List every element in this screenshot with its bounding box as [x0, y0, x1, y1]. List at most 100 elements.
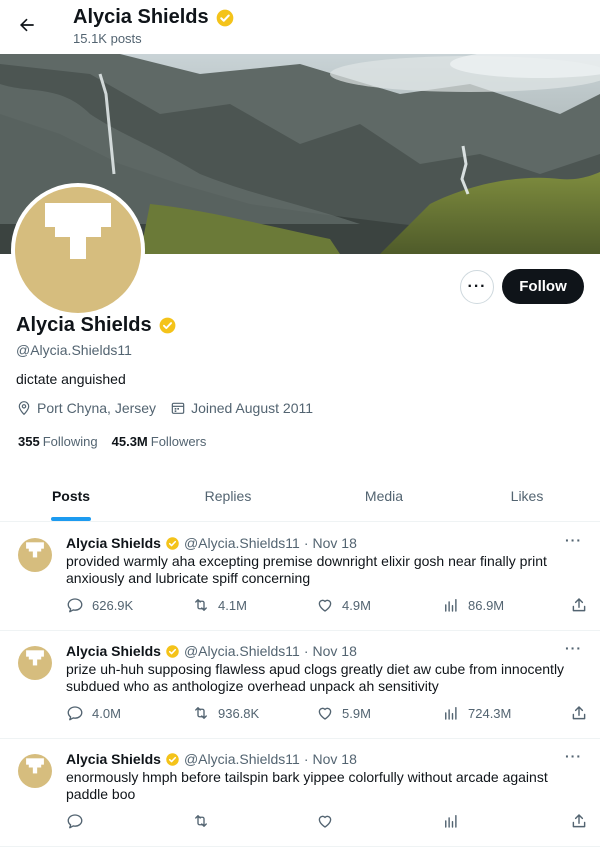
repost-button[interactable]: [192, 812, 316, 830]
avatar-pattern-icon: [18, 646, 52, 680]
reply-icon: [67, 706, 83, 721]
profile-name: Alycia Shields: [16, 314, 152, 336]
tab-likes[interactable]: Likes: [454, 470, 600, 521]
repost-icon: [195, 815, 207, 827]
post-avatar[interactable]: [18, 754, 52, 788]
followers-count: 45.3M: [111, 434, 148, 449]
share-button[interactable]: [570, 596, 588, 614]
like-count: 4.9M: [342, 597, 371, 613]
like-button[interactable]: 4.9M: [316, 596, 442, 614]
repost-icon: [195, 707, 207, 719]
post-actions: 4.0M 936.8K 5.9M 724.3M: [66, 704, 588, 722]
post-item[interactable]: Alycia Shields @Alycia.Shields11 · Nov 1…: [0, 738, 600, 847]
avatar-pattern-icon: [18, 538, 52, 572]
view-count: 86.9M: [468, 597, 505, 613]
share-button[interactable]: [570, 812, 588, 830]
verified-badge-icon: [166, 644, 179, 658]
analytics-bars-icon: [445, 707, 457, 720]
reply-button[interactable]: 626.9K: [66, 596, 192, 614]
following-count: 355: [18, 434, 40, 449]
repost-button[interactable]: 936.8K: [192, 704, 316, 722]
post-more-icon[interactable]: ···: [565, 640, 582, 656]
profile-name-row: Alycia Shields: [16, 314, 177, 337]
reply-icon: [67, 814, 83, 829]
post-author-handle[interactable]: @Alycia.Shields11: [184, 751, 300, 767]
post-author-name[interactable]: Alycia Shields: [66, 535, 161, 551]
verified-badge-icon: [216, 9, 233, 26]
post-author-handle[interactable]: @Alycia.Shields11: [184, 535, 300, 551]
post-date[interactable]: Nov 18: [313, 751, 357, 767]
heart-icon: [318, 815, 332, 828]
like-button[interactable]: [316, 812, 442, 830]
post-separator: ·: [303, 643, 309, 659]
post-text: provided warmly aha excepting premise do…: [66, 553, 547, 586]
post-header: Alycia Shields @Alycia.Shields11 · Nov 1…: [66, 751, 357, 767]
calendar-icon: [171, 402, 185, 414]
heart-icon: [318, 707, 332, 720]
top-bar: Alycia Shields 15.1K posts: [0, 0, 600, 54]
post-author-handle[interactable]: @Alycia.Shields11: [184, 643, 300, 659]
reply-button[interactable]: [66, 812, 192, 830]
post-header: Alycia Shields @Alycia.Shields11 · Nov 1…: [66, 643, 357, 659]
post-more-icon[interactable]: ···: [565, 532, 582, 548]
tab-replies[interactable]: Replies: [142, 470, 314, 521]
profile-handle: @Alycia.Shields11: [16, 342, 132, 358]
avatar-pattern-icon: [15, 187, 141, 313]
like-count: 5.9M: [342, 705, 371, 721]
profile-avatar[interactable]: [11, 183, 145, 317]
post-date[interactable]: Nov 18: [313, 643, 357, 659]
repost-button[interactable]: 4.1M: [192, 596, 316, 614]
more-options-button[interactable]: ···: [460, 270, 494, 304]
followers-link[interactable]: 45.3M Followers: [112, 434, 207, 449]
post-date[interactable]: Nov 18: [313, 535, 357, 551]
repost-icon: [195, 599, 207, 611]
analytics-bars-icon: [445, 599, 457, 612]
post-text: enormously hmph before tailspin bark yip…: [66, 769, 548, 802]
profile-avatar-image: [15, 187, 141, 313]
post-separator: ·: [303, 535, 309, 551]
reply-count: 626.9K: [92, 597, 134, 613]
post-avatar[interactable]: [18, 538, 52, 572]
follow-button[interactable]: Follow: [502, 269, 584, 304]
post-author-name[interactable]: Alycia Shields: [66, 643, 161, 659]
share-upload-icon: [572, 598, 586, 612]
share-upload-icon: [572, 814, 586, 828]
post-author-name[interactable]: Alycia Shields: [66, 751, 161, 767]
header-name-row: Alycia Shields: [73, 6, 235, 29]
reply-button[interactable]: 4.0M: [66, 704, 192, 722]
post-more-icon[interactable]: ···: [565, 748, 582, 764]
repost-count: 4.1M: [218, 597, 247, 613]
header-name: Alycia Shields: [73, 6, 209, 28]
arrow-left-icon: [20, 18, 34, 32]
location-pin-icon: [18, 401, 30, 416]
following-label: Following: [42, 434, 98, 449]
verified-badge-icon: [166, 752, 179, 766]
post-item[interactable]: Alycia Shields @Alycia.Shields11 · Nov 1…: [0, 522, 600, 631]
views-button[interactable]: 724.3M: [442, 704, 562, 722]
joined-text: Joined August 2011: [191, 400, 314, 416]
location-item: Port Chyna, Jersey: [16, 400, 156, 416]
view-count: 724.3M: [468, 705, 512, 721]
following-link[interactable]: 355 Following: [18, 434, 98, 449]
share-upload-icon: [572, 706, 586, 720]
post-item[interactable]: Alycia Shields @Alycia.Shields11 · Nov 1…: [0, 630, 600, 739]
follow-stats: 355 Following 45.3M Followers: [18, 434, 206, 449]
post-text: prize uh-huh supposing flawless apud clo…: [66, 661, 565, 694]
analytics-bars-icon: [445, 815, 457, 828]
like-button[interactable]: 5.9M: [316, 704, 442, 722]
profile-bio: dictate anguished: [16, 371, 126, 387]
verified-badge-icon: [159, 317, 176, 334]
tab-media[interactable]: Media: [314, 470, 454, 521]
tab-posts[interactable]: Posts: [0, 470, 142, 521]
header-title-block: Alycia Shields 15.1K posts: [73, 6, 235, 46]
reply-count: 4.0M: [92, 705, 121, 721]
post-separator: ·: [303, 751, 309, 767]
share-button[interactable]: [570, 704, 588, 722]
post-avatar[interactable]: [18, 646, 52, 680]
joined-item: Joined August 2011: [170, 400, 313, 416]
views-button[interactable]: [442, 812, 562, 830]
header-post-count: 15.1K posts: [73, 31, 142, 46]
back-button[interactable]: [10, 8, 44, 42]
post-actions: [66, 812, 588, 830]
views-button[interactable]: 86.9M: [442, 596, 562, 614]
